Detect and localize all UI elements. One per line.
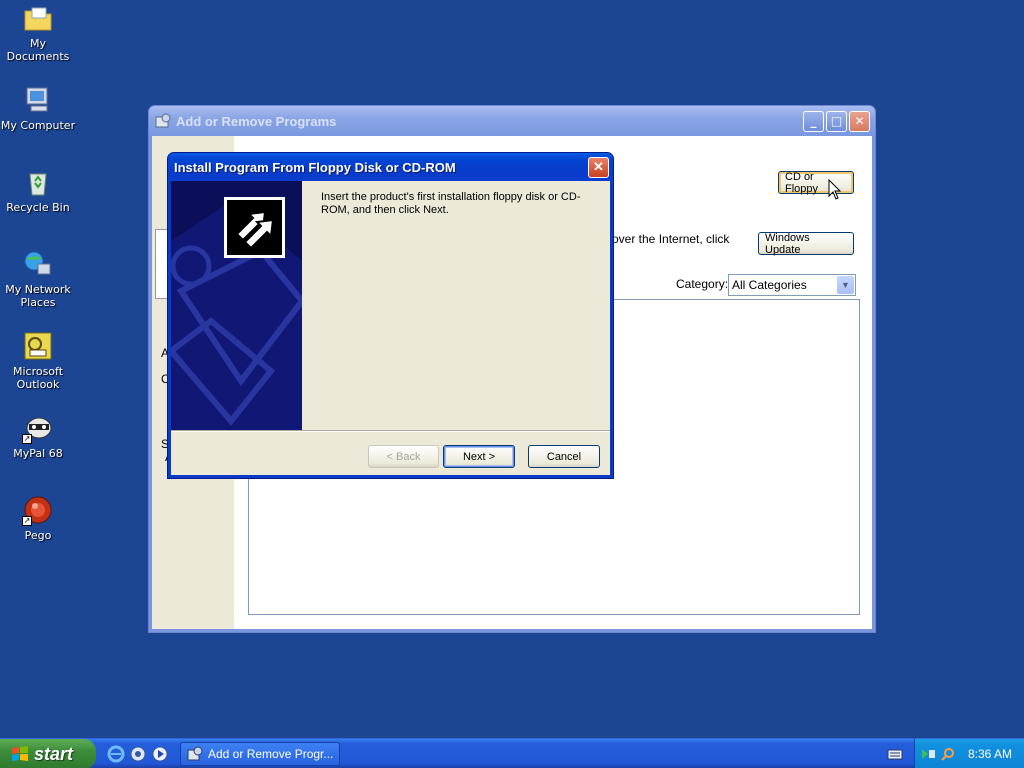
recycle-bin-icon (22, 166, 54, 198)
close-icon: ✕ (593, 159, 604, 174)
desktop-icon-label: Microsoft Outlook (12, 365, 64, 391)
minimize-button[interactable]: _ (803, 110, 824, 132)
install-wizard-icon (224, 197, 285, 258)
folder-icon (22, 2, 54, 34)
close-icon: ✕ (854, 114, 865, 128)
windows-update-button[interactable]: Windows Update (758, 231, 854, 256)
start-button[interactable]: start (0, 739, 96, 768)
desktop-icon-my-network-places[interactable]: My Network Places (0, 248, 76, 309)
close-button[interactable]: ✕ (849, 110, 870, 132)
main-window-title: Add or Remove Programs (176, 113, 337, 129)
desktop-icon-my-computer[interactable]: My Computer (0, 84, 76, 132)
dialog-title-bar[interactable]: Install Program From Floppy Disk or CD-R… (168, 153, 613, 181)
network-icon (22, 248, 54, 280)
shortcut-arrow-icon: ↗ (22, 434, 32, 444)
next-button[interactable]: Next > (443, 445, 515, 468)
maximize-button[interactable]: □ (826, 110, 847, 132)
windows-flag-icon (12, 746, 28, 761)
mouse-cursor-icon (828, 179, 842, 200)
taskbar: start Add or Remove Progr... 8:36 AM (0, 738, 1024, 768)
desktop-icon-label: Recycle Bin (6, 201, 70, 214)
outlook-icon (22, 330, 54, 362)
pego-icon: ↗ (22, 494, 54, 526)
shortcut-arrow-icon: ↗ (22, 516, 32, 526)
windows-update-label: Windows Update (765, 231, 810, 256)
taskbar-button-add-remove-programs[interactable]: Add or Remove Progr... (180, 742, 340, 766)
desktop-icon-pego[interactable]: ↗ Pego (0, 494, 76, 542)
next-label: Next > (462, 450, 496, 463)
maximize-icon: □ (830, 114, 843, 128)
dialog-title: Install Program From Floppy Disk or CD-R… (174, 159, 456, 175)
desktop-icon-recycle-bin[interactable]: Recycle Bin (0, 166, 76, 214)
dialog-close-button[interactable]: ✕ (588, 156, 609, 178)
clock[interactable]: 8:36 AM (968, 747, 1012, 761)
desktop-icon-microsoft-outlook[interactable]: Microsoft Outlook (0, 330, 76, 391)
desktop-icon-my-documents[interactable]: My Documents (0, 2, 76, 63)
desktop-icon-mypal[interactable]: ↗ MyPal 68 (0, 412, 76, 460)
internet-explorer-icon[interactable] (107, 745, 125, 763)
back-button[interactable]: < Back (368, 445, 439, 468)
wizard-banner (171, 181, 302, 430)
media-player-icon[interactable] (151, 745, 169, 763)
category-value: All Categories (732, 278, 807, 292)
desktop-icon-label: Pego (24, 529, 52, 542)
instruction-text: Insert the product's first installation … (321, 191, 581, 216)
desktop-icon-label: My Computer (0, 119, 76, 132)
cancel-label: Cancel (546, 450, 582, 463)
raccoon-icon: ↗ (22, 412, 54, 444)
cancel-button[interactable]: Cancel (528, 445, 600, 468)
install-program-dialog: Install Program From Floppy Disk or CD-R… (167, 152, 614, 479)
internet-text: over the Internet, click (612, 232, 730, 246)
add-remove-programs-icon (155, 113, 171, 128)
category-select[interactable]: All Categories ▼ (728, 274, 856, 296)
start-label: start (34, 743, 74, 764)
minimize-icon: _ (810, 114, 817, 128)
keyboard-icon[interactable] (887, 747, 903, 761)
category-label: Category: (676, 277, 729, 291)
settings-icon[interactable] (129, 745, 147, 763)
add-remove-programs-icon (187, 746, 203, 761)
search-icon[interactable] (940, 746, 956, 762)
system-tray: 8:36 AM (914, 739, 1024, 768)
cd-or-floppy-button[interactable]: CD or Floppy (778, 171, 854, 195)
dialog-separator (171, 430, 610, 432)
desktop-icon-label: MyPal 68 (13, 447, 63, 460)
desktop-icon-label: My Network Places (5, 283, 71, 309)
chevron-down-icon: ▼ (837, 276, 854, 294)
main-title-bar[interactable]: Add or Remove Programs _ □ ✕ (149, 106, 875, 136)
network-status-icon[interactable] (920, 746, 936, 762)
back-label: < Back (386, 450, 421, 463)
taskbar-button-label: Add or Remove Progr... (208, 747, 334, 761)
computer-icon (22, 84, 54, 116)
dialog-body: Insert the product's first installation … (171, 181, 610, 475)
desktop-icon-label: My Documents (6, 37, 70, 63)
